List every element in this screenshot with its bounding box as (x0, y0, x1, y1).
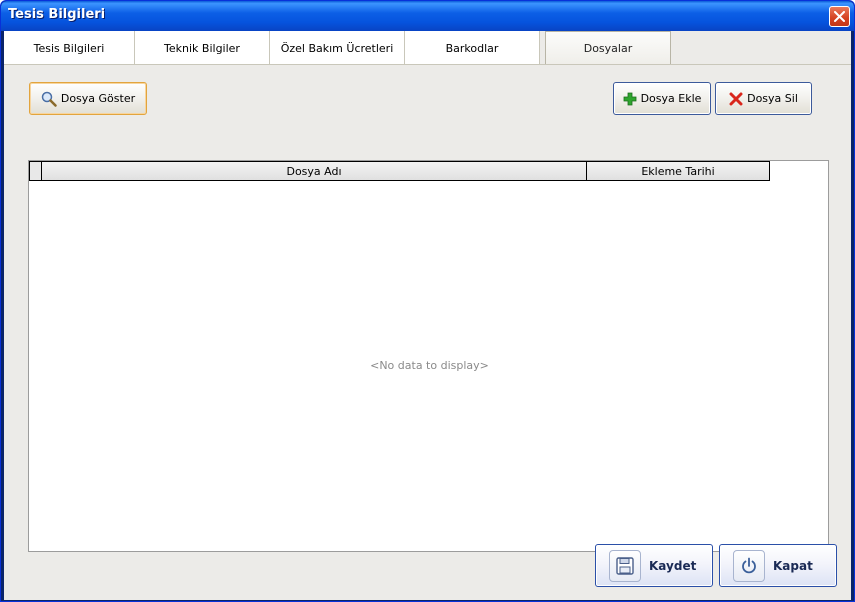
empty-grid-message: <No data to display> (370, 359, 489, 372)
title-bar[interactable]: Tesis Bilgileri (1, 1, 854, 31)
column-header-dosya-adi[interactable]: Dosya Adı (42, 162, 587, 180)
tab-label: Barkodlar (445, 41, 499, 55)
save-button[interactable]: Kaydet (595, 544, 713, 587)
save-label: Kaydet (649, 558, 697, 573)
grid-header: Dosya Adı Ekleme Tarihi (29, 161, 770, 181)
delete-file-label: Dosya Sil (747, 92, 798, 105)
dosyalar-panel: Dosya Göster Dosya Ekle Dosya Sil Dosya … (4, 65, 851, 600)
files-grid[interactable]: Dosya Adı Ekleme Tarihi <No data to disp… (28, 160, 829, 552)
delete-file-button[interactable]: Dosya Sil (715, 82, 812, 115)
tab-strip: Tesis Bilgileri Teknik Bilgiler Özel Bak… (4, 31, 851, 65)
plus-icon (623, 92, 637, 106)
magnifier-icon (41, 91, 57, 107)
client-area: Tesis Bilgileri Teknik Bilgiler Özel Bak… (4, 31, 851, 600)
tab-barkodlar[interactable]: Barkodlar (405, 31, 540, 65)
delete-x-icon (729, 92, 743, 106)
show-file-button[interactable]: Dosya Göster (29, 82, 147, 115)
power-icon (733, 549, 765, 582)
column-header-ekleme-tarihi[interactable]: Ekleme Tarihi (587, 162, 769, 180)
tab-label: Tesis Bilgileri (33, 41, 105, 55)
tab-teknik-bilgiler[interactable]: Teknik Bilgiler (135, 31, 270, 65)
floppy-disk-icon (609, 549, 641, 582)
tab-label: Dosyalar (583, 42, 633, 55)
row-indicator-header (30, 162, 42, 180)
add-file-label: Dosya Ekle (640, 92, 702, 105)
close-button[interactable]: Kapat (719, 544, 837, 587)
close-icon (834, 11, 845, 22)
tab-label: Özel Bakım Ücretleri (280, 41, 394, 55)
close-window-button[interactable] (829, 6, 850, 27)
window: Tesis Bilgileri Tesis Bilgileri Teknik B… (0, 0, 855, 602)
tab-ozel-bakim-ucretleri[interactable]: Özel Bakım Ücretleri (270, 31, 405, 65)
tab-tesis-bilgileri[interactable]: Tesis Bilgileri (4, 31, 135, 65)
tab-label: Teknik Bilgiler (164, 41, 240, 55)
show-file-label: Dosya Göster (60, 92, 136, 105)
add-file-button[interactable]: Dosya Ekle (613, 82, 711, 115)
tab-dosyalar[interactable]: Dosyalar (545, 31, 671, 65)
close-label: Kapat (773, 558, 813, 573)
window-title: Tesis Bilgileri (8, 7, 106, 22)
